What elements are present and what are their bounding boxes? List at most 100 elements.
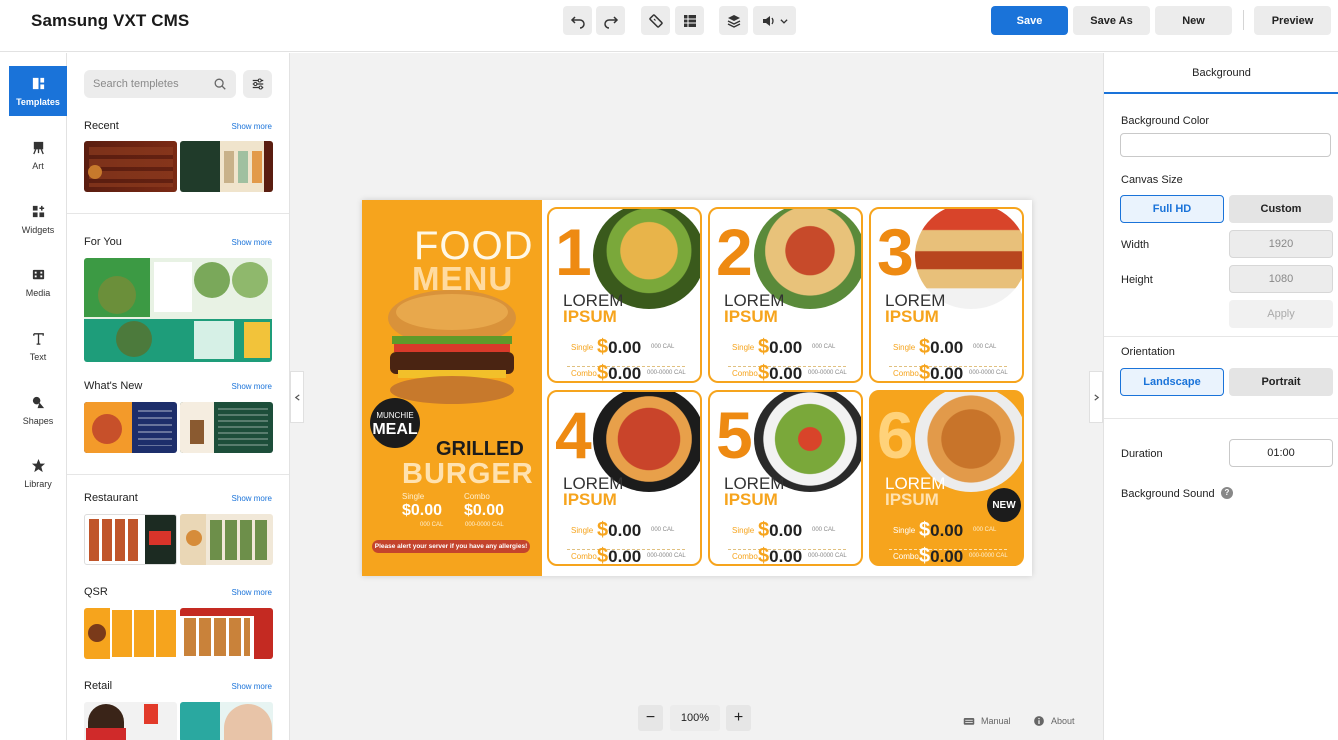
section-title-qsr: QSR	[84, 586, 108, 598]
ruler-icon	[648, 13, 663, 28]
menu-card[interactable]: 5 LOREM IPSUM Single $0.00 000 CAL Combo…	[708, 390, 863, 566]
grid-button[interactable]	[675, 6, 704, 35]
rail-item-text[interactable]: Text	[9, 321, 67, 371]
single-label: Single	[571, 526, 594, 535]
section-title-recent: Recent	[84, 120, 119, 132]
new-button[interactable]: New	[1155, 6, 1232, 35]
price-amount: 0.00	[608, 364, 642, 383]
rail-item-shapes[interactable]: Shapes	[9, 385, 67, 435]
save-as-button[interactable]: Save As	[1073, 6, 1150, 35]
template-thumb[interactable]	[180, 608, 273, 659]
combo-cal: 000-0000 CAL	[647, 370, 686, 376]
ruler-button[interactable]	[641, 6, 670, 35]
dollar-sign: $	[758, 336, 770, 358]
price-amount: 0.00	[769, 338, 803, 357]
rail-label-media: Media	[25, 287, 51, 298]
template-thumb[interactable]	[180, 514, 273, 565]
grid-icon	[683, 14, 696, 27]
apply-button[interactable]: Apply	[1229, 300, 1333, 328]
manual-label: Manual	[981, 716, 1011, 726]
template-thumb[interactable]	[84, 402, 177, 453]
section-divider	[67, 474, 289, 475]
single-label: Single	[732, 526, 755, 535]
burger-panel[interactable]: FOOD MENU MUNCHIE MEAL GRILLED BURGER Si…	[362, 200, 542, 576]
duration-input[interactable]: 01:00	[1229, 439, 1333, 467]
collapse-right-panel[interactable]	[1089, 371, 1103, 423]
sound-dropdown[interactable]	[753, 6, 796, 35]
rail-item-widgets[interactable]: Widgets	[9, 194, 67, 244]
full-hd-option[interactable]: Full HD	[1120, 195, 1224, 223]
background-color-field[interactable]	[1120, 133, 1331, 157]
about-link[interactable]: About	[1033, 715, 1075, 727]
canvas-size-label: Canvas Size	[1121, 174, 1183, 186]
layers-button[interactable]	[719, 6, 748, 35]
landscape-option[interactable]: Landscape	[1120, 368, 1224, 396]
tab-background[interactable]: Background	[1104, 53, 1338, 94]
rail-label-art: Art	[32, 160, 44, 171]
filter-button[interactable]	[243, 70, 272, 98]
combo-price: $0.00	[758, 362, 802, 381]
collapse-left-panel[interactable]	[290, 371, 304, 423]
width-input[interactable]: 1920	[1229, 230, 1333, 258]
rail-item-art[interactable]: Art	[9, 130, 67, 180]
design-canvas[interactable]: FOOD MENU MUNCHIE MEAL GRILLED BURGER Si…	[362, 200, 1032, 576]
menu-card[interactable]: 4 LOREM IPSUM Single $0.00 000 CAL Combo…	[547, 390, 702, 566]
manual-link[interactable]: Manual	[963, 715, 1011, 727]
menu-card[interactable]: 6 NEW LOREM IPSUM Single $0.00 000 CAL C…	[869, 390, 1024, 566]
redo-button[interactable]	[596, 6, 625, 35]
show-more-whats-new[interactable]: Show more	[232, 382, 272, 391]
card-number: 3	[877, 215, 914, 289]
filter-icon	[252, 78, 263, 90]
burger-label: BURGER	[402, 458, 534, 490]
section-title-whats-new: What's New	[84, 380, 143, 392]
templates-icon	[32, 77, 44, 89]
rail-item-library[interactable]: Library	[9, 448, 67, 498]
rail-label-widgets: Widgets	[21, 224, 55, 235]
help-icon[interactable]: ?	[1221, 487, 1233, 499]
duration-label: Duration	[1121, 448, 1163, 460]
zoom-level[interactable]: 100%	[670, 705, 720, 731]
rail-item-media[interactable]: Media	[9, 257, 67, 307]
template-thumb[interactable]	[84, 514, 177, 565]
menu-card[interactable]: 3 LOREM IPSUM Single $0.00 000 CAL Combo…	[869, 207, 1024, 383]
single-cal: 000 CAL	[812, 344, 836, 350]
undo-button[interactable]	[563, 6, 592, 35]
rail-item-templates[interactable]: Templates	[9, 66, 67, 116]
single-cal: 000 CAL	[973, 527, 997, 533]
combo-cal: 000-0000 CAL	[969, 553, 1008, 559]
menu-card[interactable]: 1 LOREM IPSUM Single $0.00 000 CAL Combo…	[547, 207, 702, 383]
template-thumb[interactable]	[84, 141, 177, 192]
zoom-in-button[interactable]: +	[726, 705, 751, 731]
template-thumb[interactable]	[180, 402, 273, 453]
info-icon	[1034, 716, 1044, 726]
properties-panel: Background Background Color Canvas Size …	[1103, 53, 1338, 740]
search-input[interactable]: Search templetes	[84, 70, 236, 98]
zoom-out-button[interactable]: −	[638, 705, 663, 731]
width-label: Width	[1121, 239, 1150, 251]
save-button[interactable]: Save	[991, 6, 1068, 35]
rail-label-text: Text	[29, 351, 47, 362]
template-thumb[interactable]	[180, 702, 273, 740]
portrait-option[interactable]: Portrait	[1229, 368, 1333, 396]
custom-option[interactable]: Custom	[1229, 195, 1333, 223]
single-price: $0.00	[919, 336, 963, 359]
show-more-restaurant[interactable]: Show more	[232, 494, 272, 503]
combo-cal: 000-0000 CAL	[808, 370, 847, 376]
template-thumb[interactable]	[84, 258, 272, 362]
left-rail: Templates Art Widgets Media Text Shapes …	[9, 53, 67, 740]
height-input[interactable]: 1080	[1229, 265, 1333, 293]
menu-card[interactable]: 2 LOREM IPSUM Single $0.00 000 CAL Combo…	[708, 207, 863, 383]
single-price: $0.00	[758, 336, 802, 359]
preview-button[interactable]: Preview	[1254, 6, 1331, 35]
orientation-label: Orientation	[1121, 346, 1175, 358]
shapes-icon	[32, 396, 44, 408]
template-thumb[interactable]	[180, 141, 273, 192]
dollar-sign: $	[919, 519, 931, 541]
show-more-qsr[interactable]: Show more	[232, 588, 272, 597]
show-more-for-you[interactable]: Show more	[232, 238, 272, 247]
show-more-retail[interactable]: Show more	[232, 682, 272, 691]
app-title: Samsung VXT CMS	[31, 11, 190, 30]
template-thumb[interactable]	[84, 608, 177, 659]
template-thumb[interactable]	[84, 702, 177, 740]
show-more-recent[interactable]: Show more	[232, 122, 272, 131]
